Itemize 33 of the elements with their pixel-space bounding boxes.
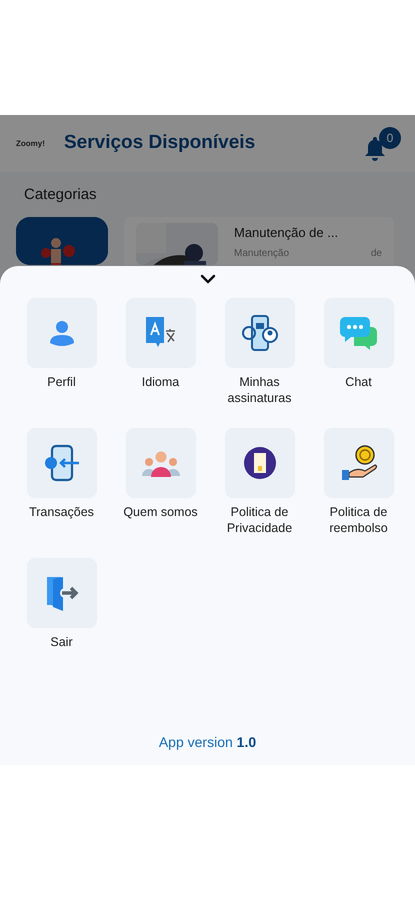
service-card[interactable]: Manutenção de ... Manutenção de (124, 216, 394, 264)
menu-tile[interactable] (26, 558, 96, 628)
menu-tile[interactable] (126, 298, 196, 368)
page-title: Serviços Disponíveis (64, 131, 256, 156)
chevron-down-icon[interactable] (200, 274, 216, 284)
menu-tile[interactable] (126, 428, 196, 498)
bell-icon[interactable] (363, 134, 387, 160)
menu-label[interactable]: Idioma (142, 374, 180, 408)
menu-label[interactable]: Politica de Privacidade (210, 504, 309, 538)
menu-label[interactable]: Sair (50, 634, 73, 668)
app-version: App version 1.0 (158, 733, 258, 752)
menu-label[interactable]: Minhas assinaturas (210, 374, 309, 408)
menu-label[interactable]: Transações (29, 504, 94, 538)
service-subtitle: Manutenção (234, 247, 290, 261)
menu-label[interactable]: Chat (345, 374, 372, 408)
service-title: Manutenção de ... (234, 224, 340, 242)
menu-tile[interactable] (224, 428, 294, 498)
notification-badge: 0 (379, 126, 401, 148)
menu-tile[interactable] (324, 428, 394, 498)
mobile-payment-icon (42, 444, 80, 482)
chat-icon (340, 315, 378, 351)
menu-tile[interactable] (26, 298, 96, 368)
section-title: Categorias (23, 185, 98, 205)
menu-tile[interactable] (324, 298, 394, 368)
phone-icon (240, 313, 278, 353)
menu-label[interactable]: Perfil (47, 374, 76, 408)
logo: Zoomy! (16, 138, 46, 150)
document-icon (242, 446, 276, 480)
menu-label[interactable]: Quem somos (123, 504, 198, 538)
service-subtitle: de (370, 247, 382, 261)
menu-tile[interactable] (26, 428, 96, 498)
menu-tile[interactable] (224, 298, 294, 368)
menu-label[interactable]: Politica de reembolso (309, 504, 408, 538)
